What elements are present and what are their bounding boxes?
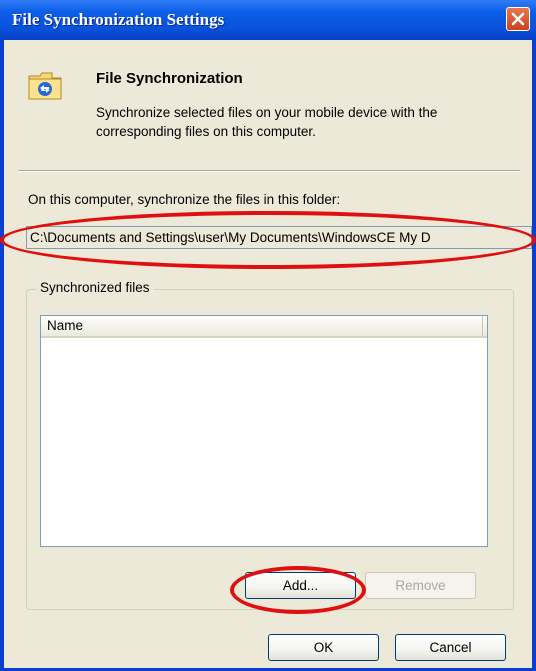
list-column-header: Name — [41, 316, 487, 338]
cancel-button[interactable]: Cancel — [395, 634, 506, 661]
add-button-label: Add... — [282, 578, 319, 593]
remove-button-label: Remove — [395, 578, 446, 593]
title-bar[interactable]: File Synchronization Settings — [0, 0, 536, 40]
sync-folder-icon — [28, 70, 62, 100]
remove-button[interactable]: Remove — [365, 572, 476, 599]
dialog-window: File Synchronization Settings File Synch… — [0, 0, 536, 671]
synchronized-files-list[interactable]: Name — [40, 315, 488, 547]
ok-button[interactable]: OK — [268, 634, 379, 661]
header-title: File Synchronization — [96, 70, 243, 87]
close-button[interactable] — [506, 7, 530, 31]
add-button[interactable]: Add... — [245, 572, 356, 599]
synchronized-files-label: Synchronized files — [36, 280, 154, 295]
column-name-header[interactable]: Name — [41, 316, 483, 336]
separator — [18, 170, 520, 172]
folder-path-field[interactable]: C:\Documents and Settings\user\My Docume… — [26, 226, 532, 249]
cancel-button-label: Cancel — [429, 640, 472, 655]
close-icon — [511, 12, 525, 26]
header-description: Synchronize selected files on your mobil… — [96, 105, 438, 139]
ok-button-label: OK — [313, 640, 334, 655]
folder-label: On this computer, synchronize the files … — [28, 192, 341, 207]
dialog-client-area: File Synchronization Synchronize selecte… — [4, 40, 532, 668]
window-title: File Synchronization Settings — [12, 10, 225, 29]
